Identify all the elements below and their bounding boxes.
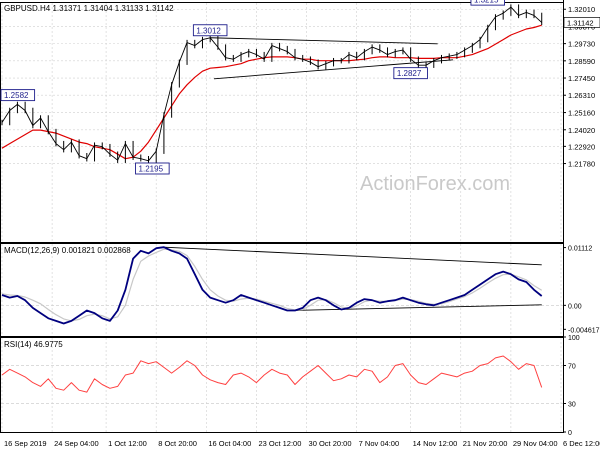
x-tick-label: 1 Oct 12:00: [108, 439, 147, 448]
price-pane-frame: [0, 2, 564, 243]
price-label-text: 1.2582: [4, 91, 29, 100]
x-tick-label: 8 Oct 20:00: [158, 439, 197, 448]
rsi-y-tick-label: 100: [568, 335, 580, 342]
chart-canvas: 16 Sep 2019 24 Sep 04:00 1 Oct 12:00 8 Oct …: [0, 0, 600, 448]
price-pane-title: GBPUSD.H4 1.31371 1.31404 1.31133 1.3114…: [4, 4, 174, 13]
macd-trendline: [287, 304, 542, 311]
price-y-tick-label: 1.28590: [568, 57, 595, 66]
x-tick-label: 16 Sep 2019: [4, 439, 47, 448]
price-label-text: 1.2195: [139, 164, 164, 173]
price-trendline: [210, 37, 438, 45]
macd-y-tick-label: 0.01112: [568, 246, 592, 253]
x-tick-label: 6 Dec 12:00: [563, 439, 600, 448]
rsi-y-tick-label: 30: [568, 402, 576, 409]
price-y-tick-label: 1.25160: [568, 109, 595, 118]
macd-y-tick-label: -0.004617: [568, 327, 600, 334]
price-label-text: 1.3012: [196, 26, 221, 35]
x-tick-label: 23 Oct 12:00: [258, 439, 301, 448]
price-y-tick-label: 1.21780: [568, 160, 595, 169]
rsi-pane-frame: [0, 337, 564, 433]
price-y-tick-label: 1.24020: [568, 126, 595, 135]
x-tick-label: 29 Nov 04:00: [513, 439, 558, 448]
watermark-text: ActionForex.com: [360, 173, 510, 195]
rsi-y-tick-label: 70: [568, 364, 576, 371]
price-y-tick-label: 1.22920: [568, 142, 595, 151]
forex-chart: 16 Sep 2019 24 Sep 04:00 1 Oct 12:00 8 Oct …: [0, 0, 600, 450]
rsi-pane-title: RSI(14) 46.9775: [4, 340, 63, 349]
x-tick-label: 7 Nov 04:00: [359, 439, 399, 448]
rsi-y-tick-label: 0: [568, 430, 572, 437]
price-y-tick-label: 1.26310: [568, 91, 595, 100]
x-tick-label: 30 Oct 20:00: [309, 439, 352, 448]
price-label-text: 1.2827: [397, 69, 422, 78]
macd-pane-title: MACD(12,26,9) 0.001821 0.002868: [4, 246, 131, 255]
price-y-tick-label: 1.27450: [568, 74, 595, 83]
macd-y-tick-label: 0.00: [568, 303, 582, 310]
price-y-tick-label: 1.32010: [568, 5, 595, 14]
macd-trendline: [163, 246, 542, 266]
current-price-label: 1.31142: [567, 18, 594, 27]
price-y-tick-label: 1.29730: [568, 40, 595, 49]
x-tick-label: 14 Nov 12:00: [413, 439, 458, 448]
x-tick-label: 16 Oct 04:00: [208, 439, 251, 448]
macd-pane-frame: [0, 243, 564, 337]
price-label-text: 1.3215: [474, 0, 499, 5]
x-tick-label: 24 Sep 04:00: [54, 439, 99, 448]
x-tick-label: 21 Nov 20:00: [463, 439, 508, 448]
